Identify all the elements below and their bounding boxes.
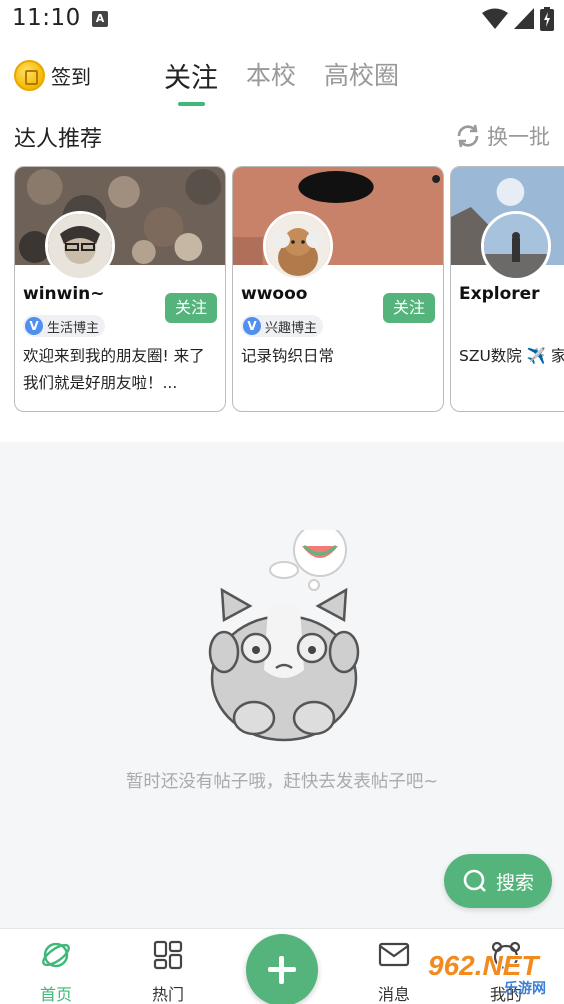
tab-campus[interactable]: 本校 xyxy=(246,56,296,100)
badge-label: 兴趣博主 xyxy=(265,320,318,336)
follow-button[interactable]: 关注 xyxy=(165,293,217,323)
checkin-label: 签到 xyxy=(51,65,91,89)
top-header: 签到 关注 本校 高校圈 xyxy=(0,50,564,110)
nav-hot-label: 热门 xyxy=(151,985,184,1004)
card-description: 欢迎来到我的朋友圈! 来了我们就是好朋友啦！... xyxy=(23,347,205,392)
badge-label: 生活博主 xyxy=(47,320,100,336)
grid-icon xyxy=(153,940,183,970)
empty-cat-illustration xyxy=(208,530,360,742)
card-description: SZU数院 ✈️ 家 跑过25+ xyxy=(459,347,564,365)
feed-tabs: 关注 本校 高校圈 xyxy=(164,56,399,106)
recommend-cards: winwin~ 关注 V 生活博主 欢迎来到我的朋友圈! 来了我们就是好朋友啦！… xyxy=(14,166,564,414)
avatar[interactable] xyxy=(481,211,551,281)
empty-state-text: 暂时还没有帖子哦，赶快去发表帖子吧~ xyxy=(125,772,439,792)
recommend-card[interactable]: wwooo 关注 V 兴趣博主 记录钩织日常 xyxy=(232,166,444,412)
refresh-button[interactable]: 换一批 xyxy=(455,121,550,151)
planet-icon xyxy=(42,942,70,968)
blogger-badge: V 生活博主 xyxy=(23,315,106,337)
watermark-sub: 乐游网 xyxy=(504,981,546,997)
signal-icon xyxy=(514,8,534,29)
tab-campus-label: 本校 xyxy=(246,61,297,90)
nav-messages[interactable]: 消息 xyxy=(354,939,434,1004)
tab-following-label: 关注 xyxy=(164,63,218,94)
status-bar: 11:10 A xyxy=(0,0,564,40)
search-label: 搜索 xyxy=(495,871,534,894)
recommend-title: 达人推荐 xyxy=(14,127,103,152)
status-right-icons xyxy=(482,7,554,31)
nav-home-label: 首页 xyxy=(39,985,72,1004)
add-post-button[interactable] xyxy=(246,934,318,1004)
tab-university-circle[interactable]: 高校圈 xyxy=(324,56,399,100)
verified-v-icon: V xyxy=(25,317,43,335)
refresh-label: 换一批 xyxy=(487,125,550,149)
mail-icon xyxy=(378,942,410,967)
recommend-card[interactable]: winwin~ 关注 V 生活博主 欢迎来到我的朋友圈! 来了我们就是好朋友啦！… xyxy=(14,166,226,412)
verified-v-icon: V xyxy=(243,317,261,335)
search-icon xyxy=(463,869,486,892)
avatar[interactable] xyxy=(45,211,115,281)
tab-university-circle-label: 高校圈 xyxy=(324,61,400,90)
watermark-logo: 962.NET 乐游网 xyxy=(424,946,564,1004)
checkin-button[interactable]: 签到 xyxy=(14,60,91,91)
notification-a-icon: A xyxy=(92,11,108,27)
battery-icon xyxy=(540,7,554,31)
nav-hot[interactable]: 热门 xyxy=(128,939,208,1004)
coin-icon xyxy=(14,60,45,91)
nav-home[interactable]: 首页 xyxy=(16,939,96,1004)
follow-button[interactable]: 关注 xyxy=(383,293,435,323)
blogger-badge: V 兴趣博主 xyxy=(241,315,324,337)
tab-active-indicator xyxy=(178,102,205,106)
nav-messages-label: 消息 xyxy=(377,985,410,1004)
avatar[interactable] xyxy=(263,211,333,281)
recommend-card[interactable]: Explorer SZU数院 ✈️ 家 跑过25+ xyxy=(450,166,564,412)
refresh-icon xyxy=(457,124,479,148)
card-description: 记录钩织日常 xyxy=(241,347,335,365)
search-button[interactable]: 搜索 xyxy=(444,854,552,908)
tab-following[interactable]: 关注 xyxy=(164,56,218,106)
card-username: Explorer xyxy=(459,284,540,304)
wifi-icon xyxy=(482,8,508,29)
card-username: winwin~ xyxy=(23,284,105,304)
card-username: wwooo xyxy=(241,284,308,304)
status-time: 11:10 xyxy=(12,5,81,31)
